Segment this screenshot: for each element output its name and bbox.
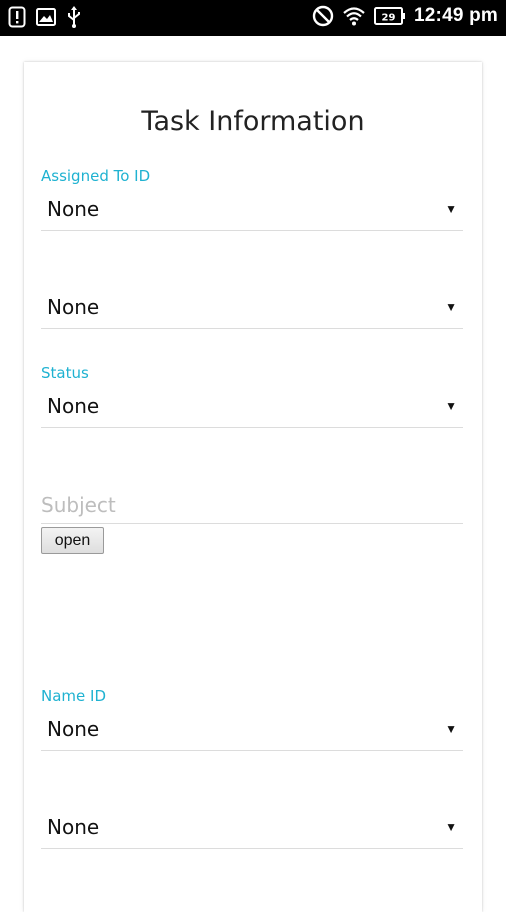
assigned-to-select[interactable]: None ▼ [41,190,463,231]
subject-input[interactable] [41,487,463,524]
battery-level: 29 [382,13,396,24]
status-bar-right: 29 12:49 pm [312,5,498,27]
status-bar: 29 12:49 pm [0,0,506,36]
form-title: Task Information [141,106,365,137]
alert-icon [8,6,26,28]
do-not-disturb-icon [312,5,334,27]
status-bar-left [8,6,82,28]
clock: 12:49 pm [414,5,498,26]
status-select[interactable]: None ▼ [41,387,463,428]
dropdown-arrow-icon: ▼ [445,202,457,216]
unlabeled-select-1[interactable]: None ▼ [41,288,463,329]
name-id-label: Name ID [41,687,106,705]
unlabeled-select-1-value: None [47,295,100,319]
name-id-value: None [47,717,100,741]
assigned-to-label: Assigned To ID [41,167,151,185]
dropdown-arrow-icon: ▼ [445,300,457,314]
dropdown-arrow-icon: ▼ [445,722,457,736]
open-button[interactable]: open [41,527,104,554]
dropdown-arrow-icon: ▼ [445,399,457,413]
status-label: Status [41,364,89,382]
unlabeled-select-2[interactable]: None ▼ [41,808,463,849]
image-icon [36,8,56,26]
assigned-to-value: None [47,197,100,221]
name-id-select[interactable]: None ▼ [41,710,463,751]
battery-icon: 29 [374,7,406,25]
dropdown-arrow-icon: ▼ [445,820,457,834]
status-value: None [47,394,100,418]
wifi-icon [342,6,366,26]
unlabeled-select-2-value: None [47,815,100,839]
usb-icon [66,6,82,28]
